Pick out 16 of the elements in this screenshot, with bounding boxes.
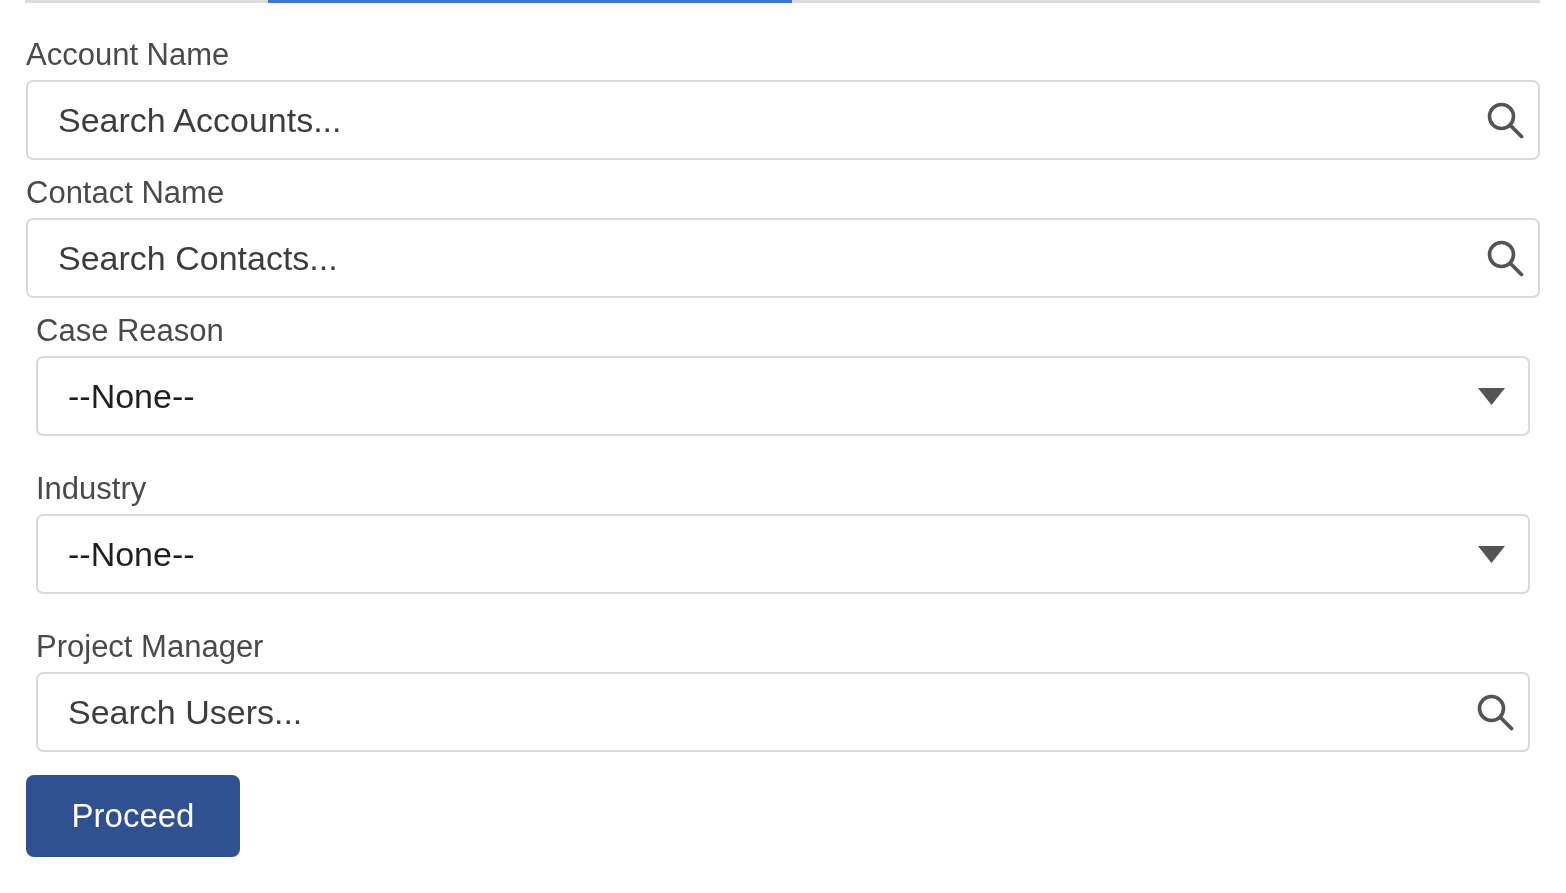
proceed-button[interactable]: Proceed (26, 775, 240, 857)
search-field[interactable]: Search Contacts... (26, 218, 1540, 298)
picklist-field[interactable]: --None-- (36, 514, 1530, 594)
picklist-field[interactable]: --None-- (36, 356, 1530, 436)
caret-down-icon (1478, 545, 1505, 563)
field-label: Project Manager (36, 629, 264, 665)
search-icon (1486, 239, 1524, 277)
field-label: Contact Name (26, 175, 225, 211)
search-icon (1476, 693, 1514, 731)
field-label: Case Reason (36, 313, 224, 349)
search-icon (1486, 101, 1524, 139)
field-label: Industry (36, 471, 147, 507)
search-field[interactable]: Search Users... (36, 672, 1530, 752)
caret-down-icon (1478, 387, 1505, 405)
search-field[interactable]: Search Accounts... (26, 80, 1540, 160)
field-label: Account Name (26, 37, 230, 73)
